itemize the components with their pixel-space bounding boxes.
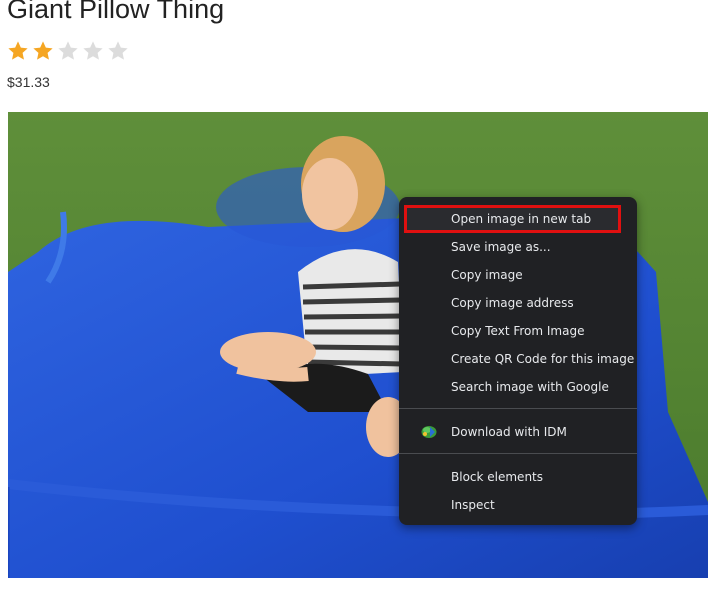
- menu-separator: [399, 408, 637, 409]
- star-icon: [8, 41, 28, 60]
- menu-item-copy-image[interactable]: Copy image: [399, 261, 637, 289]
- star-icon: [108, 41, 128, 60]
- product-price: $31.33: [7, 74, 50, 90]
- star-rating: [7, 40, 132, 62]
- menu-item-open-image-new-tab[interactable]: Open image in new tab: [404, 205, 621, 233]
- menu-item-save-image-as[interactable]: Save image as...: [399, 233, 637, 261]
- star-icon: [58, 41, 78, 60]
- menu-separator: [399, 453, 637, 454]
- menu-item-copy-text-from-image[interactable]: Copy Text From Image: [399, 317, 637, 345]
- menu-item-block-elements[interactable]: Block elements: [399, 463, 637, 491]
- menu-item-label: Download with IDM: [451, 425, 567, 439]
- menu-item-inspect[interactable]: Inspect: [399, 491, 637, 519]
- menu-item-copy-image-address[interactable]: Copy image address: [399, 289, 637, 317]
- star-icon: [33, 41, 53, 60]
- context-menu: Open image in new tab Save image as... C…: [399, 197, 637, 525]
- menu-item-search-image-google[interactable]: Search image with Google: [399, 373, 637, 401]
- star-icon: [83, 41, 103, 60]
- product-title: Giant Pillow Thing: [7, 0, 225, 24]
- idm-icon: [421, 426, 437, 438]
- menu-item-download-idm[interactable]: Download with IDM: [399, 418, 637, 446]
- menu-item-create-qr-code[interactable]: Create QR Code for this image: [399, 345, 637, 373]
